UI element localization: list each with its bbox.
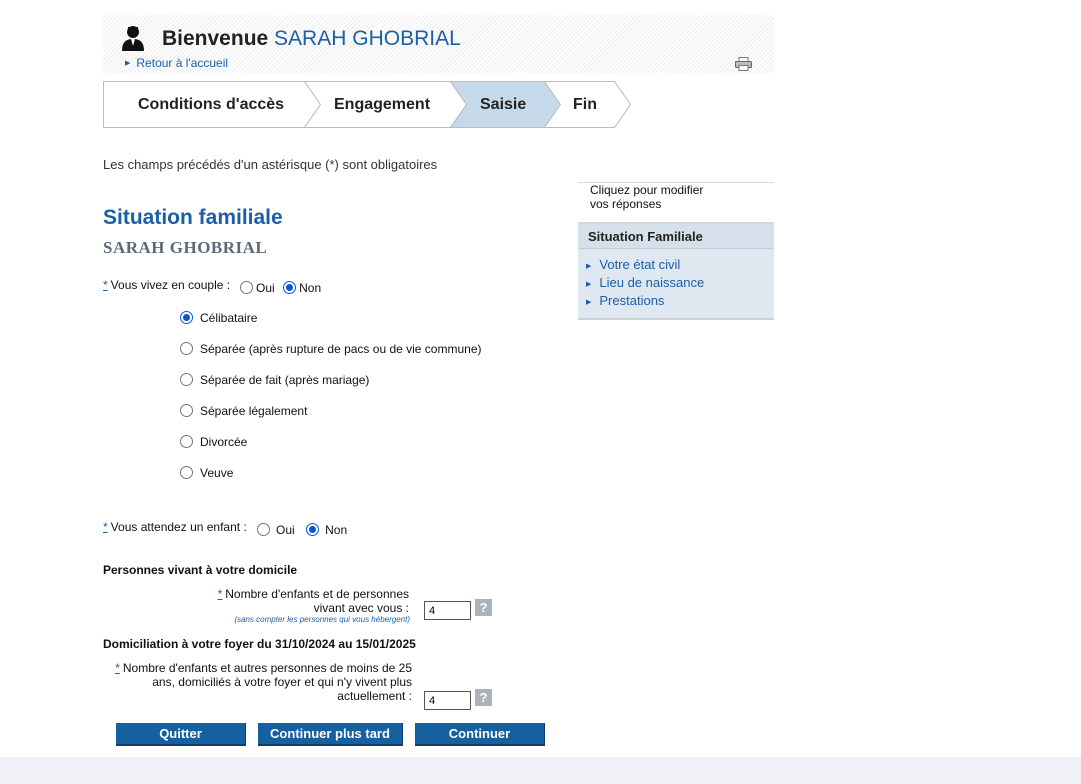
status-option-divorcee: Divorcée	[180, 435, 255, 449]
welcome-title: Bienvenue SARAH GHOBRIAL	[162, 27, 461, 51]
couple-oui-label: Oui	[256, 281, 275, 295]
help-icon[interactable]: ?	[475, 599, 492, 616]
expecting-non-label: Non	[325, 523, 348, 537]
household-section-title: Personnes vivant à votre domicile	[103, 563, 298, 577]
couple-non-radio[interactable]	[283, 281, 297, 294]
household-count-label: * Nombre d'enfants et de personnes vivant…	[160, 587, 409, 615]
expecting-question: * Vous attendez un enfant :	[103, 520, 247, 534]
step-conditions: Conditions d'accès	[138, 96, 285, 113]
couple-question: * Vous vivez en couple :	[103, 278, 230, 292]
household-hint: (sans compter les personnes qui vous héb…	[234, 615, 410, 624]
expecting-question-label: Vous attendez un enfant :	[110, 520, 247, 534]
required-asterisk: *	[103, 278, 108, 292]
household-label-line1: Nombre d'enfants et de personnes	[225, 587, 409, 601]
status-option-veuve: Veuve	[180, 466, 241, 480]
quit-button[interactable]: Quitter	[116, 723, 246, 746]
status-radio-separee-fait[interactable]	[180, 373, 193, 386]
continue-button[interactable]: Continuer	[415, 723, 545, 746]
required-asterisk: *	[115, 661, 120, 675]
couple-radio-group: Oui Non	[240, 279, 329, 297]
status-label: Séparée légalement	[200, 404, 308, 418]
status-label: Célibataire	[200, 311, 258, 325]
status-label: Séparée de fait (après mariage)	[200, 373, 370, 387]
welcome-label: Bienvenue	[162, 27, 269, 50]
couple-oui-radio[interactable]	[240, 281, 253, 294]
sidebar-link-label: Lieu de naissance	[599, 275, 705, 290]
step-fin: Fin	[573, 96, 597, 113]
sidebar-note-line2: vos réponses	[590, 197, 662, 211]
user-icon	[122, 26, 144, 51]
expecting-radio-group: Oui Non	[257, 521, 355, 539]
footer-band	[0, 757, 1081, 784]
triangle-right-icon: ▶	[586, 281, 592, 288]
progress-stepper: Conditions d'accès Engagement Saisie Fin	[103, 81, 631, 128]
domiciliation-label-line2: ans, domiciliés à votre foyer et qui n'y…	[152, 675, 412, 689]
status-radio-veuve[interactable]	[180, 466, 193, 479]
printer-icon[interactable]	[735, 57, 752, 71]
user-name: SARAH GHOBRIAL	[274, 27, 461, 50]
couple-question-label: Vous vivez en couple :	[110, 278, 231, 292]
status-option-celibataire: Célibataire	[180, 311, 265, 325]
triangle-right-icon: ▶	[586, 299, 592, 306]
triangle-right-icon: ▶	[125, 60, 131, 67]
required-fields-note: Les champs précédés d'un astérisque (*) …	[103, 157, 438, 172]
sidebar-link-etat-civil[interactable]: ▶ Votre état civil	[586, 257, 680, 272]
status-label: Séparée (après rupture de pacs ou de vie…	[200, 342, 482, 356]
triangle-right-icon: ▶	[586, 263, 592, 270]
status-radio-divorcee[interactable]	[180, 435, 193, 448]
page-subtitle: SARAH GHOBRIAL	[103, 238, 268, 257]
status-option-separee-legalement: Séparée légalement	[180, 404, 315, 418]
sidebar-link-label: Prestations	[599, 293, 665, 308]
required-asterisk: *	[103, 520, 108, 534]
domiciliation-label-line3: actuellement :	[337, 689, 412, 703]
sidebar-panel: Situation Familiale ▶ Votre état civil ▶ L…	[578, 222, 774, 320]
home-link-label: Retour à l'accueil	[136, 56, 229, 70]
page-title: Situation familiale	[103, 206, 283, 229]
help-icon[interactable]: ?	[475, 689, 492, 706]
domiciliation-label-line1: Nombre d'enfants et autres personnes de …	[122, 661, 412, 675]
expecting-non-radio[interactable]	[306, 523, 320, 536]
page-header: Bienvenue SARAH GHOBRIAL ▶ Retour à l'acc…	[103, 15, 774, 73]
expecting-oui-label: Oui	[276, 523, 295, 537]
step-saisie-active: Saisie	[480, 96, 527, 113]
household-label-line2: vivant avec vous :	[313, 601, 409, 615]
status-radio-celibataire[interactable]	[180, 311, 193, 324]
home-link[interactable]: ▶ Retour à l'accueil	[125, 56, 228, 70]
status-radio-separee-pacs[interactable]	[180, 342, 193, 355]
household-count-input[interactable]	[424, 601, 471, 620]
step-engagement: Engagement	[334, 96, 431, 113]
domiciliation-count-input[interactable]	[424, 691, 471, 710]
expecting-oui-radio[interactable]	[257, 523, 270, 536]
continue-later-button[interactable]: Continuer plus tard	[258, 723, 403, 746]
status-label: Veuve	[200, 466, 234, 480]
status-option-separee-fait: Séparée de fait (après mariage)	[180, 373, 377, 387]
status-label: Divorcée	[200, 435, 248, 449]
sidebar-link-lieu-naissance[interactable]: ▶ Lieu de naissance	[586, 275, 704, 290]
sidebar-heading: Situation Familiale	[578, 224, 774, 249]
sidebar-link-prestations[interactable]: ▶ Prestations	[586, 293, 664, 308]
sidebar-note: Cliquez pour modifier vos réponses	[590, 183, 750, 211]
required-asterisk: *	[217, 587, 223, 601]
sidebar-link-label: Votre état civil	[599, 257, 681, 272]
status-radio-separee-legalement[interactable]	[180, 404, 193, 417]
domiciliation-count-label: * Nombre d'enfants et autres personnes de…	[100, 661, 412, 703]
sidebar-note-line1: Cliquez pour modifier	[590, 183, 704, 197]
domiciliation-section-title: Domiciliation à votre foyer du 31/10/202…	[103, 637, 416, 651]
status-option-separee-pacs: Séparée (après rupture de pacs ou de vie…	[180, 342, 490, 356]
couple-non-label: Non	[299, 281, 322, 295]
